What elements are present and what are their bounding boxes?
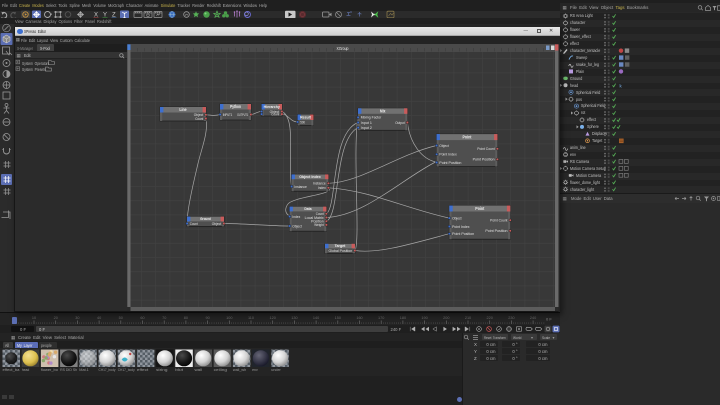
svg-text:Global Position: Global Position (328, 248, 352, 252)
svg-text:Point: Point (462, 134, 471, 139)
svg-text:wall_wh: wall_wh (233, 368, 246, 372)
svg-text:Input 2: Input 2 (360, 124, 371, 129)
svg-text:Weight: Weight (314, 223, 324, 227)
svg-text:wall: wall (195, 368, 203, 372)
svg-text:Point Index: Point Index (452, 223, 469, 228)
svg-text:string: string (156, 368, 167, 372)
svg-text:Ground: Ground (200, 216, 211, 221)
svg-text:Result: Result (300, 114, 311, 119)
svg-text:Point Count: Point Count (490, 217, 508, 222)
svg-text:500: 500 (300, 120, 305, 124)
svg-text:Point Index: Point Index (439, 151, 456, 156)
svg-text:Count: Count (189, 221, 197, 225)
svg-text:Mix: Mix (380, 108, 386, 113)
svg-text:CH17_body: CH17_body (99, 368, 116, 372)
svg-text:Object: Object (439, 142, 449, 147)
svg-text:effect: effect (137, 368, 150, 372)
svg-text:Mat.1: Mat.1 (79, 368, 89, 372)
svg-text:env: env (252, 368, 258, 372)
svg-text:Data: Data (304, 206, 312, 211)
svg-text:under: under (271, 368, 281, 372)
svg-text:Line: Line (179, 107, 187, 112)
svg-text:Count: Count (195, 116, 203, 120)
svg-text:XGroup: XGroup (336, 46, 348, 52)
svg-text:OUTPUT1: OUTPUT1 (237, 112, 248, 116)
svg-text:head: head (22, 368, 30, 372)
svg-text:Object: Object (452, 215, 462, 220)
svg-text:Output: Output (395, 119, 405, 124)
svg-text:blut: blut (175, 368, 184, 372)
svg-text:ceiling: ceiling (214, 368, 227, 372)
svg-text:Point Position: Point Position (472, 156, 494, 161)
svg-text:Python: Python (230, 104, 241, 109)
svg-text:Count: Count (271, 112, 279, 116)
svg-text:Index: Index (292, 214, 300, 218)
svg-text:RS DID Sh: RS DID Sh (60, 368, 77, 372)
svg-text:Object: Object (292, 224, 302, 228)
svg-text:Point Position: Point Position (439, 159, 461, 164)
svg-text:effect_ba: effect_ba (3, 368, 21, 372)
svg-text:Point Position: Point Position (452, 231, 474, 236)
svg-text:Instance: Instance (313, 181, 326, 185)
svg-text:Point Position: Point Position (485, 228, 507, 233)
svg-text:Target: Target (334, 243, 345, 247)
svg-text:Point: Point (475, 206, 484, 211)
svg-text:INPUT1: INPUT1 (222, 112, 232, 116)
svg-text:CH17_body: CH17_body (118, 368, 135, 372)
svg-text:Point Count: Point Count (477, 146, 495, 151)
svg-text:Object Index: Object Index (299, 173, 321, 178)
svg-text:Index: Index (317, 186, 325, 190)
svg-text:Instance: Instance (294, 184, 307, 188)
svg-text:Object: Object (211, 221, 221, 225)
svg-text:flower_bo: flower_bo (41, 368, 58, 372)
svg-text:Hierarchy: Hierarchy (263, 104, 280, 109)
